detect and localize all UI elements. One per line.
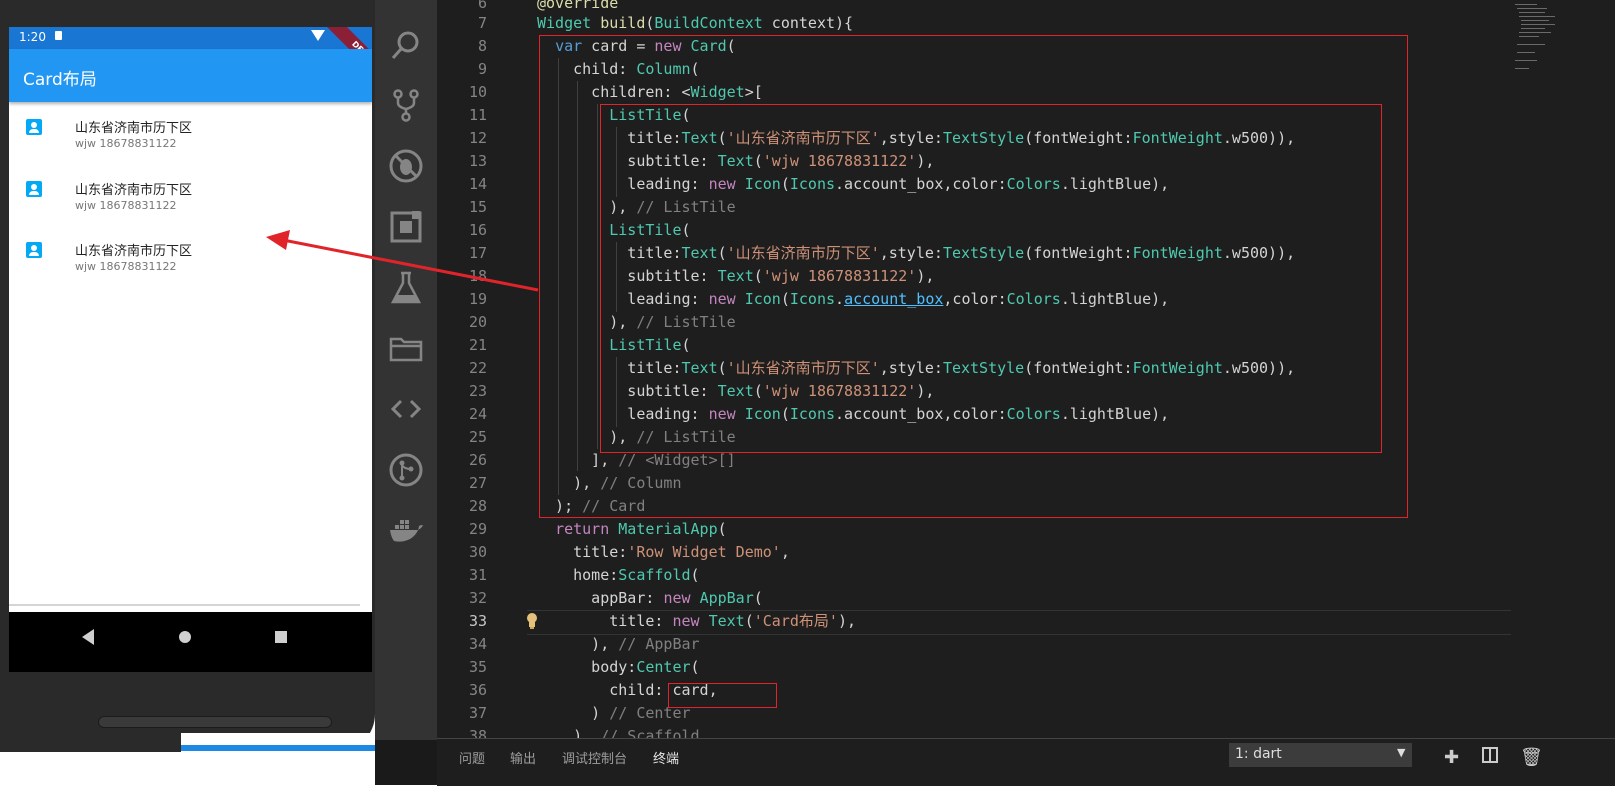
explorer-folder-icon[interactable] (388, 330, 424, 366)
lightbulb-icon[interactable] (525, 612, 539, 630)
phone-speaker (98, 716, 332, 728)
listtiles-highlight-box (600, 104, 1382, 453)
home-icon[interactable] (179, 631, 191, 643)
trash-icon[interactable]: 🗑 (1520, 747, 1543, 768)
tab-problems[interactable]: 问题 (459, 748, 485, 767)
card-bottom-edge (9, 604, 360, 606)
background-window-strip (181, 733, 375, 785)
code-line: 38 ), // Scaffold (468, 727, 700, 738)
code-line: 36 child: card, (468, 681, 718, 699)
code-line: 31 home:Scaffold( (468, 566, 700, 584)
tab-terminal[interactable]: 终端 (653, 748, 679, 767)
terminal-select-value: 1: dart (1235, 746, 1282, 762)
activity-bar-bottom (375, 740, 437, 785)
code-line: 7 Widget build(BuildContext context){ (477, 14, 854, 32)
code-editor[interactable]: 6 @override 7 Widget build(BuildContext co… (437, 0, 1615, 738)
annotation-arrow (266, 230, 539, 292)
tab-debug-console[interactable]: 调试控制台 (562, 748, 627, 767)
code-line: 34 ), // AppBar (468, 635, 700, 653)
back-icon[interactable] (82, 629, 94, 645)
new-terminal-icon[interactable]: ✚ (1444, 747, 1459, 768)
split-terminal-icon[interactable] (1482, 747, 1498, 763)
android-nav-bar (9, 612, 372, 672)
code-line: 30 title:'Row Widget Demo', (468, 543, 790, 561)
code-line: 29 return MaterialApp( (468, 520, 727, 538)
code-icon[interactable] (388, 391, 424, 427)
code-line: 35 body:Center( (468, 658, 700, 676)
code-line: 33 title: new Text('Card布局'), (468, 612, 856, 630)
recent-apps-icon[interactable] (275, 631, 287, 643)
code-line: 37 ) // Center (468, 704, 691, 722)
git-branch-icon[interactable] (388, 452, 424, 488)
docker-icon[interactable] (388, 513, 424, 549)
bottom-panel: 问题 输出 调试控制台 终端 1: dart ▼ ✚ 🗑 (437, 738, 1615, 786)
terminal-select[interactable]: 1: dart ▼ (1229, 743, 1412, 767)
code-line: 32 appBar: new AppBar( (468, 589, 763, 607)
chevron-down-icon: ▼ (1397, 746, 1406, 759)
card-reference-highlight-box (668, 683, 777, 708)
tab-output[interactable]: 输出 (510, 748, 536, 767)
